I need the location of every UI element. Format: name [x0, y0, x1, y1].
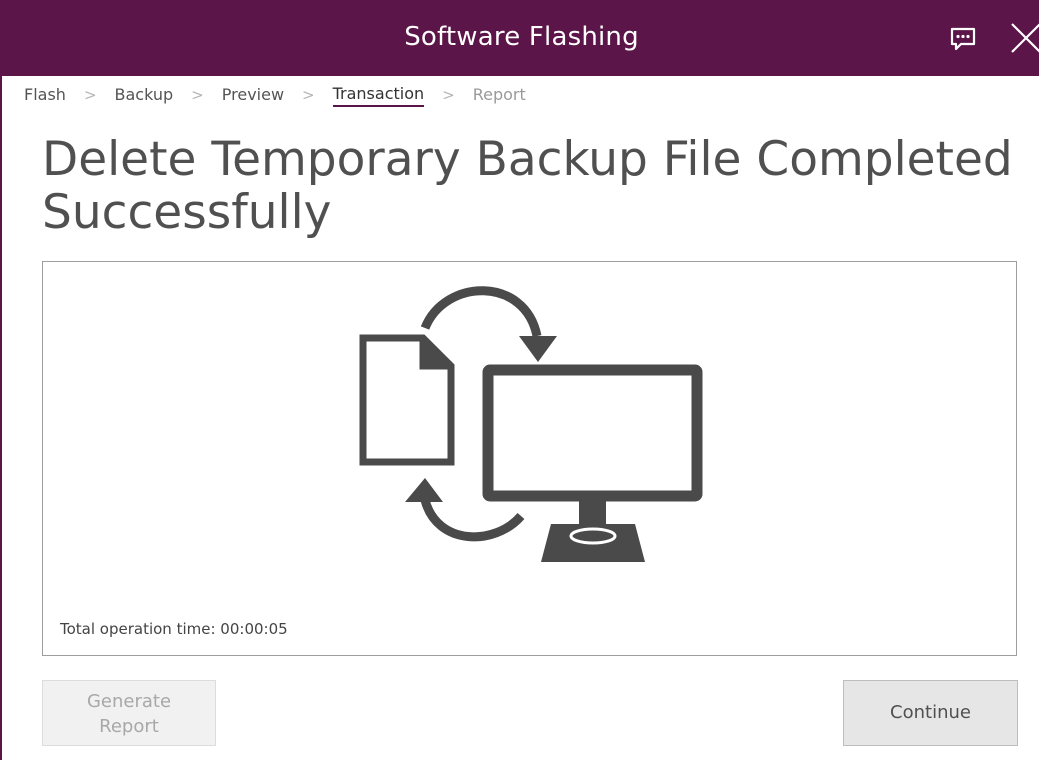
chevron-right-icon: > [83, 86, 97, 104]
close-icon [1011, 23, 1039, 53]
page-title: Delete Temporary Backup File Completed S… [42, 132, 1013, 240]
continue-button[interactable]: Continue [843, 680, 1018, 746]
breadcrumb-item-transaction[interactable]: Transaction [332, 84, 425, 107]
status-panel: Total operation time: 00:00:05 [42, 261, 1017, 656]
chevron-right-icon: > [442, 86, 455, 104]
generate-report-label-line1: Generate [86, 691, 172, 712]
file-to-computer-sync-icon [359, 286, 703, 562]
title-bar: Software Flashing [2, 0, 1039, 76]
breadcrumb-item-report: Report [472, 84, 526, 104]
chevron-right-icon: > [191, 86, 204, 104]
breadcrumb-item-flash[interactable]: Flash [24, 85, 66, 106]
generate-report-button[interactable]: Generate Report [42, 680, 216, 746]
chevron-right-icon: > [302, 86, 315, 104]
close-button[interactable] [1008, 20, 1039, 56]
breadcrumb-item-preview[interactable]: Preview [222, 85, 284, 106]
feedback-button[interactable] [948, 24, 978, 54]
window-title: Software Flashing [404, 22, 639, 52]
breadcrumb-item-backup[interactable]: Backup [115, 85, 174, 106]
breadcrumb: Flash > Backup > Preview > Transaction >… [24, 83, 526, 107]
generate-report-label-line2: Report [99, 716, 159, 737]
operation-time-text: Total operation time: 00:00:05 [60, 620, 288, 638]
chat-bubble-icon [950, 27, 976, 51]
app-window: Software Flashing Flash > Backup > Previ… [0, 0, 1039, 760]
